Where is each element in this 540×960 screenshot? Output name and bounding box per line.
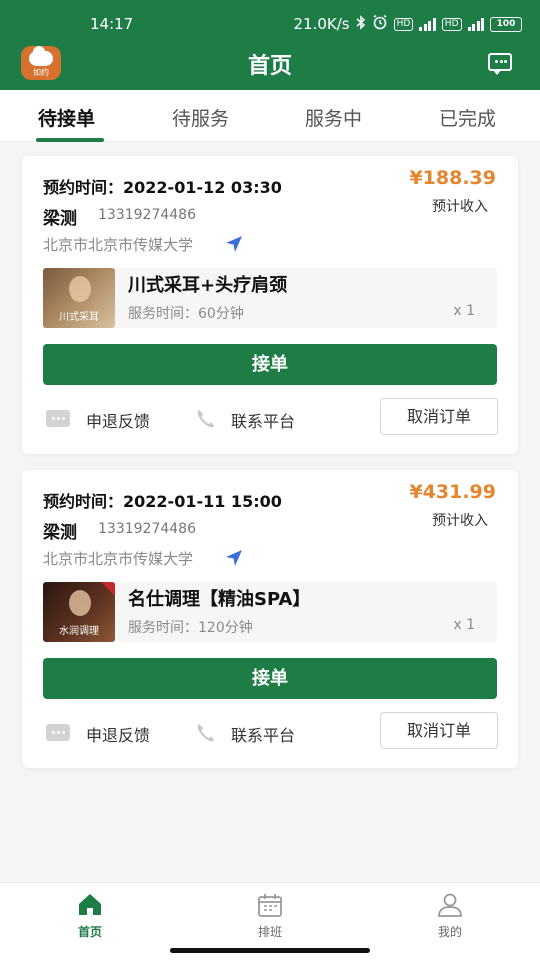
net-speed: 21.0K/s [293, 15, 350, 33]
tab-pending-accept[interactable]: 待接单 [38, 104, 95, 131]
thumbnail-figure [69, 276, 91, 302]
income-label: 预计收入 [432, 199, 488, 215]
tab-completed[interactable]: 已完成 [439, 104, 496, 131]
tab-pending-service[interactable]: 待服务 [172, 104, 229, 131]
appointment-time: 预约时间：2022-01-11 15:00 [43, 488, 282, 512]
battery-icon: 100 [490, 16, 522, 32]
message-icon[interactable] [488, 53, 512, 75]
status-time: 14:17 [90, 15, 134, 33]
nav-schedule[interactable]: 排班 [230, 891, 310, 940]
cancel-order-button[interactable]: 取消订单 [380, 712, 498, 749]
contact-platform-link[interactable]: 联系平台 [231, 722, 295, 746]
order-price: ¥431.99 [409, 481, 496, 503]
appointment-time: 预约时间：2022-01-12 03:30 [43, 174, 282, 198]
alarm-icon [372, 14, 388, 34]
tab-in-service[interactable]: 服务中 [305, 104, 362, 131]
status-bar: 14:17 21.0K/s HD HD 100 [0, 0, 540, 44]
service-item[interactable]: 川式采耳 川式采耳+头疗肩颈 服务时间：60分钟 x 1 [43, 268, 497, 328]
accept-order-button[interactable]: 接单 [43, 658, 497, 699]
page-title: 首页 [247, 54, 292, 79]
profile-icon [438, 893, 462, 917]
app-header: 14:17 21.0K/s HD HD 100 如约 首页 [0, 0, 540, 90]
service-duration: 服务时间：60分钟 [128, 306, 244, 322]
navigation-arrow-icon[interactable] [224, 548, 244, 568]
signal-bars-icon [419, 17, 436, 31]
nav-profile[interactable]: 我的 [410, 891, 490, 940]
service-address: 北京市北京市传媒大学 [43, 550, 194, 568]
customer-name: 梁测 [43, 209, 77, 229]
nav-schedule-label: 排班 [257, 925, 282, 939]
calendar-icon [258, 894, 282, 917]
appointment-label: 预约时间： [43, 178, 124, 197]
order-list: 预约时间：2022-01-12 03:30 ¥188.39 预计收入 梁测 13… [0, 142, 540, 882]
navigation-arrow-icon[interactable] [224, 234, 244, 254]
service-thumbnail: 川式采耳 [43, 268, 115, 328]
customer-phone: 13319274486 [98, 521, 196, 537]
service-duration: 服务时间：120分钟 [128, 620, 253, 636]
thumbnail-badge [101, 582, 115, 596]
signal-bars-icon-2 [467, 17, 484, 31]
service-name: 川式采耳+头疗肩颈 [128, 275, 288, 296]
cancel-order-button[interactable]: 取消订单 [380, 398, 498, 435]
thumbnail-caption: 川式采耳 [59, 312, 99, 323]
status-icons: 21.0K/s HD HD 100 [293, 14, 522, 34]
home-icon [79, 894, 101, 915]
nav-profile-label: 我的 [437, 925, 462, 939]
order-card: 预约时间：2022-01-11 15:00 ¥431.99 预计收入 梁测 13… [22, 470, 518, 768]
nav-home-label: 首页 [77, 925, 102, 939]
nav-home[interactable]: 首页 [50, 891, 130, 940]
income-label: 预计收入 [432, 513, 488, 529]
hd-badge: HD [393, 17, 414, 31]
appointment-value: 2022-01-12 03:30 [123, 178, 282, 197]
appointment-label: 预约时间： [43, 492, 124, 511]
order-price: ¥188.39 [409, 167, 496, 189]
appointment-value: 2022-01-11 15:00 [123, 492, 282, 511]
bluetooth-icon [356, 14, 366, 34]
order-status-tabs: 待接单 待服务 服务中 已完成 [0, 90, 540, 142]
service-thumbnail: 水润调理 [43, 582, 115, 642]
feedback-chat-icon[interactable] [46, 410, 70, 427]
accept-order-button[interactable]: 接单 [43, 344, 497, 385]
service-address: 北京市北京市传媒大学 [43, 236, 194, 254]
service-name: 名仕调理【精油SPA】 [128, 589, 311, 610]
refund-feedback-link[interactable]: 申退反馈 [86, 408, 150, 432]
phone-icon[interactable] [194, 721, 218, 745]
home-indicator [170, 948, 370, 953]
thumbnail-figure [69, 590, 91, 616]
refund-feedback-link[interactable]: 申退反馈 [86, 722, 150, 746]
feedback-chat-icon[interactable] [46, 724, 70, 741]
customer-phone: 13319274486 [98, 207, 196, 223]
thumbnail-caption: 水润调理 [59, 626, 99, 637]
contact-platform-link[interactable]: 联系平台 [231, 408, 295, 432]
service-quantity: x 1 [453, 617, 475, 633]
hd-badge-2: HD [441, 17, 462, 31]
order-card: 预约时间：2022-01-12 03:30 ¥188.39 预计收入 梁测 13… [22, 156, 518, 454]
customer-name: 梁测 [43, 523, 77, 543]
phone-icon[interactable] [194, 407, 218, 431]
service-item[interactable]: 水润调理 名仕调理【精油SPA】 服务时间：120分钟 x 1 [43, 582, 497, 642]
service-quantity: x 1 [453, 303, 475, 319]
